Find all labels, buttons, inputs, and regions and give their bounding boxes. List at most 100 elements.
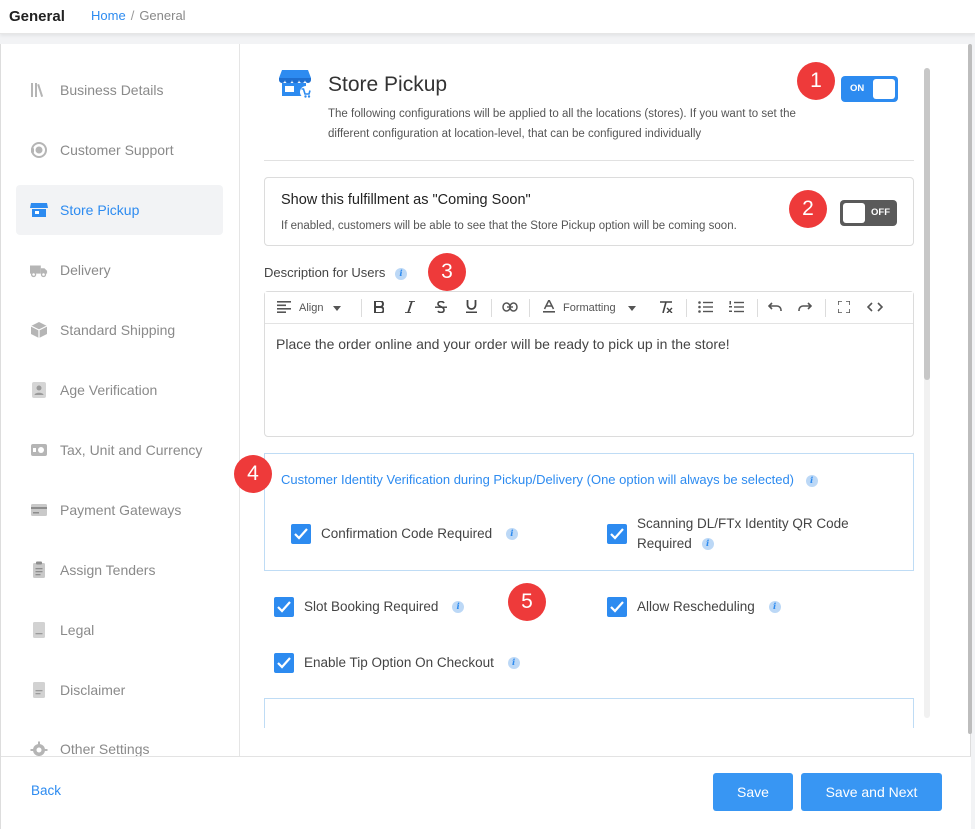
confirmation-code-checkbox[interactable] — [291, 524, 311, 544]
annotation-marker-2: 2 — [789, 190, 827, 228]
save-and-next-button[interactable]: Save and Next — [801, 773, 942, 811]
gear-icon — [30, 741, 48, 756]
sidebar-item-age-verification[interactable]: Age Verification — [16, 365, 223, 415]
allow-rescheduling-label: Allow Rescheduling i — [637, 597, 781, 617]
info-icon[interactable]: i — [507, 657, 520, 670]
main-scrollbar-thumb[interactable] — [924, 68, 930, 380]
fullscreen-button[interactable] — [837, 299, 851, 317]
sidebar-item-disclaimer[interactable]: Disclaimer — [16, 665, 223, 715]
store-pickup-enable-toggle[interactable]: ON — [841, 76, 898, 102]
info-icon[interactable]: i — [805, 474, 818, 487]
scanning-dl-checkbox[interactable] — [607, 524, 627, 544]
sidebar-item-label: Assign Tenders — [60, 562, 156, 578]
description-editor[interactable]: Align Formatting Place the order online … — [264, 291, 914, 437]
confirmation-code-label: Confirmation Code Required i — [321, 524, 518, 544]
strikethrough-icon — [435, 300, 447, 316]
sidebar-item-other-settings[interactable]: Other Settings — [16, 725, 223, 756]
page-description: The following configurations will be app… — [328, 108, 796, 140]
support-agent-icon — [30, 141, 48, 159]
redo-icon — [798, 301, 813, 315]
window-scrollbar[interactable] — [968, 44, 972, 734]
align-dropdown[interactable]: Align — [277, 299, 342, 317]
info-icon[interactable]: i — [701, 538, 714, 551]
info-icon[interactable]: i — [395, 267, 407, 280]
books-icon — [30, 81, 48, 99]
numbered-list-button[interactable] — [729, 299, 744, 317]
tip-option-checkbox[interactable] — [274, 653, 294, 673]
tip-option-label: Enable Tip Option On Checkout i — [304, 653, 520, 673]
numbered-list-icon — [729, 300, 744, 316]
toggle-knob — [873, 79, 895, 99]
scanning-dl-label: Scanning DL/FTx Identity QR Code Require… — [637, 514, 877, 554]
italic-icon — [405, 299, 415, 316]
sidebar-item-customer-support[interactable]: Customer Support — [16, 125, 223, 175]
bullet-list-icon — [698, 300, 713, 316]
sidebar-item-store-pickup[interactable]: Store Pickup — [16, 185, 223, 235]
card-icon — [30, 501, 48, 519]
info-icon[interactable]: i — [452, 601, 465, 614]
save-button[interactable]: Save — [713, 773, 793, 811]
toolbar-divider — [491, 299, 492, 317]
coming-soon-title: Show this fulfillment as "Coming Soon" — [281, 192, 531, 208]
breadcrumb-current: General — [139, 8, 186, 23]
coming-soon-toggle[interactable]: OFF — [840, 200, 897, 226]
scanning-dl-text: Scanning DL/FTx Identity QR Code Require… — [637, 516, 849, 551]
back-button[interactable]: Back — [31, 783, 61, 798]
allow-rescheduling-checkbox[interactable] — [607, 597, 627, 617]
info-icon[interactable]: i — [768, 601, 781, 614]
text-color-icon — [543, 298, 555, 316]
sidebar-item-tax-unit-currency[interactable]: Tax, Unit and Currency — [16, 425, 223, 475]
redo-button[interactable] — [798, 299, 813, 317]
formatting-dropdown[interactable]: Formatting — [543, 298, 636, 317]
sidebar-item-business-details[interactable]: Business Details — [16, 65, 223, 115]
italic-button[interactable] — [405, 299, 415, 317]
code-view-button[interactable] — [866, 299, 884, 317]
underline-button[interactable] — [466, 299, 477, 317]
sidebar-item-label: Disclaimer — [60, 682, 126, 698]
toolbar-divider — [757, 299, 758, 317]
underline-icon — [466, 300, 477, 316]
bold-button[interactable] — [374, 299, 385, 317]
annotation-marker-5: 5 — [508, 583, 546, 621]
annotation-marker-3: 3 — [428, 253, 466, 291]
confirmation-code-text: Confirmation Code Required — [321, 526, 493, 541]
toggle-knob — [843, 203, 865, 223]
fullscreen-icon — [837, 299, 851, 316]
identity-verification-title-text: Customer Identity Verification during Pi… — [281, 472, 795, 487]
slot-booking-checkbox[interactable] — [274, 597, 294, 617]
sidebar-item-label: Age Verification — [60, 382, 158, 398]
toolbar-divider — [529, 299, 530, 317]
sidebar-item-standard-shipping[interactable]: Standard Shipping — [16, 305, 223, 355]
toggle-state-label: ON — [850, 83, 865, 94]
formatting-label: Formatting — [563, 302, 616, 314]
id-person-icon — [30, 381, 48, 399]
align-label: Align — [299, 302, 324, 314]
slot-booking-label: Slot Booking Required i — [304, 597, 465, 617]
top-header: General Home / General — [0, 0, 975, 34]
caret-down-icon — [333, 302, 342, 314]
allow-rescheduling-text: Allow Rescheduling — [637, 599, 755, 614]
sidebar-item-delivery[interactable]: Delivery — [16, 245, 223, 295]
breadcrumb-home-link[interactable]: Home — [91, 8, 126, 23]
editor-content[interactable]: Place the order online and your order wi… — [276, 336, 730, 352]
money-icon — [30, 441, 48, 459]
toolbar-divider — [361, 299, 362, 317]
strikethrough-button[interactable] — [435, 299, 447, 317]
info-icon[interactable]: i — [505, 528, 518, 541]
delivery-truck-icon — [30, 261, 48, 279]
sidebar-item-payment-gateways[interactable]: Payment Gateways — [16, 485, 223, 535]
sidebar-item-legal[interactable]: Legal — [16, 605, 223, 655]
undo-button[interactable] — [767, 299, 782, 317]
toolbar-divider — [686, 299, 687, 317]
clear-formatting-button[interactable] — [659, 299, 673, 317]
package-icon — [30, 321, 48, 339]
sidebar-item-assign-tenders[interactable]: Assign Tenders — [16, 545, 223, 595]
sidebar-item-label: Business Details — [60, 82, 164, 98]
annotation-marker-4: 4 — [234, 455, 272, 493]
align-left-icon — [277, 300, 291, 316]
bold-icon — [374, 299, 385, 316]
link-button[interactable] — [502, 299, 518, 317]
bullet-list-button[interactable] — [698, 299, 713, 317]
coming-soon-description: If enabled, customers will be able to se… — [281, 220, 737, 232]
document-text-icon — [30, 681, 48, 699]
